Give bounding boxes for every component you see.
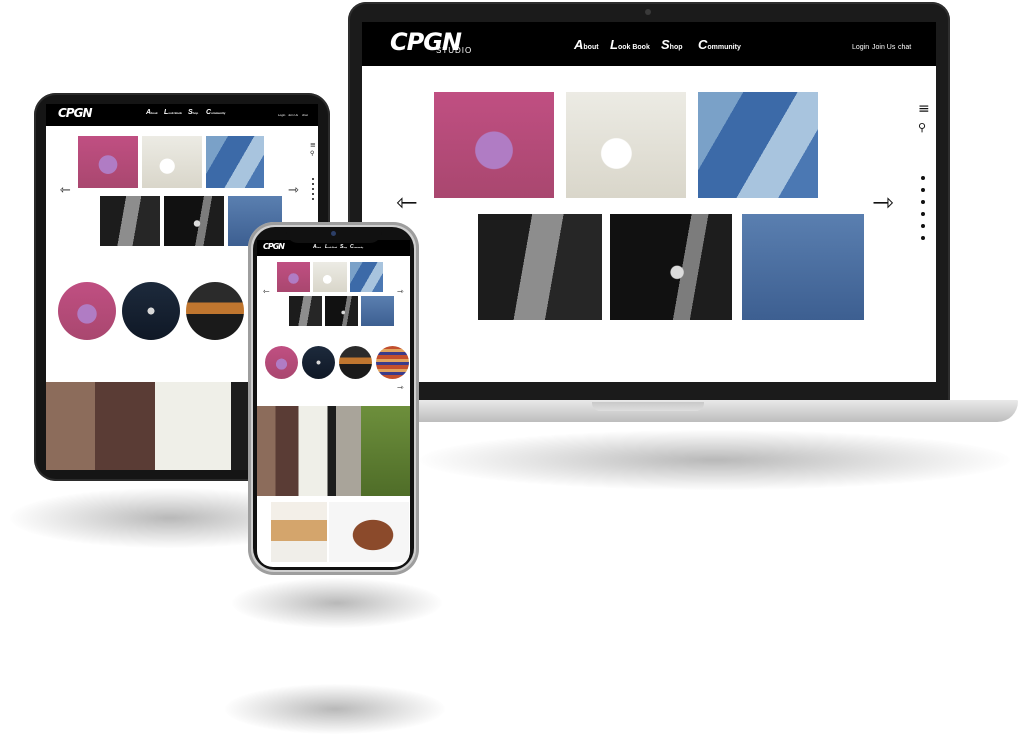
product-tile[interactable] — [100, 196, 160, 246]
product-tile[interactable] — [610, 214, 732, 320]
nav-community[interactable]: Community — [350, 244, 363, 250]
nav-about[interactable]: About — [146, 109, 158, 116]
nav-shop[interactable]: Shop — [661, 37, 683, 52]
chat-link[interactable]: chat — [302, 113, 308, 117]
product-tile[interactable] — [742, 214, 864, 320]
carousel-dot[interactable] — [921, 212, 925, 216]
category-circle[interactable] — [186, 282, 244, 340]
arrow-left-icon[interactable]: ⇽ — [60, 184, 71, 197]
phone-shadow — [232, 578, 442, 628]
carousel-dot[interactable] — [921, 200, 925, 204]
product-tile[interactable] — [325, 296, 358, 326]
product-tile[interactable] — [566, 92, 686, 198]
arrow-right-icon[interactable]: ⇾ — [872, 190, 894, 216]
site-header: CPGN About Look Book Shop Community Logi… — [46, 104, 318, 126]
laptop-camera — [645, 9, 651, 15]
product-tile[interactable] — [361, 296, 394, 326]
product-tile[interactable] — [313, 262, 347, 292]
category-circle[interactable] — [265, 346, 298, 379]
product-tile[interactable] — [289, 296, 322, 326]
carousel-dot[interactable] — [312, 198, 314, 200]
nav-shop[interactable]: Shop — [340, 244, 347, 250]
carousel-dot[interactable] — [921, 236, 925, 240]
accessory-tile[interactable] — [329, 502, 409, 562]
chat-link[interactable]: chat — [898, 44, 911, 51]
login-link[interactable]: Login — [278, 113, 285, 117]
carousel-dot[interactable] — [312, 178, 314, 180]
product-tile[interactable] — [478, 214, 602, 320]
site-header: CPGN STUDIO About Look Book Shop Communi… — [362, 22, 936, 66]
product-tile[interactable] — [277, 262, 310, 292]
brand-logo-sub: STUDIO — [436, 46, 473, 55]
category-circle[interactable] — [339, 346, 372, 379]
laptop-shadow — [420, 430, 1010, 490]
carousel-dot[interactable] — [312, 183, 314, 185]
join-us-link[interactable]: Join Us — [288, 113, 298, 117]
carousel-dot[interactable] — [312, 193, 314, 195]
carousel-dot[interactable] — [921, 224, 925, 228]
category-circle[interactable] — [122, 282, 180, 340]
nav-about[interactable]: About — [313, 244, 321, 250]
product-tile[interactable] — [698, 92, 818, 198]
product-tile[interactable] — [206, 136, 264, 188]
category-circle[interactable] — [302, 346, 335, 379]
phone-shadow-lower — [225, 684, 445, 734]
lookbook-banner[interactable] — [361, 406, 410, 496]
laptop-screen: CPGN STUDIO About Look Book Shop Communi… — [362, 22, 936, 382]
nav-look-book[interactable]: Look Book — [164, 109, 182, 116]
product-tile[interactable] — [142, 136, 202, 188]
menu-icon[interactable]: ≡ — [310, 142, 316, 149]
carousel-dot[interactable] — [921, 188, 925, 192]
nav-community[interactable]: Community — [698, 37, 741, 52]
category-circle[interactable] — [376, 346, 409, 379]
laptop-notch — [592, 402, 704, 411]
product-tile[interactable] — [350, 262, 383, 292]
nav-community[interactable]: Community — [206, 109, 225, 116]
brand-logo[interactable]: CPGN — [58, 106, 92, 120]
phone-camera — [331, 231, 336, 236]
carousel-dot[interactable] — [921, 176, 925, 180]
nav-shop[interactable]: Shop — [188, 109, 198, 116]
login-link[interactable]: Login — [852, 44, 869, 51]
search-icon[interactable]: ⚲ — [310, 151, 314, 157]
arrow-left-icon[interactable]: ⇽ — [396, 190, 418, 216]
product-tile[interactable] — [164, 196, 224, 246]
nav-look-book[interactable]: Look Book — [610, 37, 650, 52]
nav-about[interactable]: About — [574, 37, 599, 52]
product-tile[interactable] — [78, 136, 138, 188]
phone-screen: CPGN About Look Book Shop Community ⇽ ⇾ … — [257, 240, 410, 567]
arrow-right-icon[interactable]: ⇾ — [397, 384, 404, 392]
product-tile[interactable] — [434, 92, 554, 198]
arrow-right-icon[interactable]: ⇾ — [397, 288, 404, 296]
arrow-right-icon[interactable]: ⇾ — [288, 184, 299, 197]
carousel-dot[interactable] — [312, 188, 314, 190]
category-circle[interactable] — [58, 282, 116, 340]
arrow-left-icon[interactable]: ⇽ — [263, 288, 270, 296]
accessory-tile[interactable] — [271, 502, 327, 562]
menu-icon[interactable]: ≡ — [918, 102, 930, 116]
nav-look-book[interactable]: Look Book — [325, 244, 337, 250]
lookbook-banner[interactable] — [257, 406, 361, 496]
search-icon[interactable]: ⚲ — [918, 122, 926, 133]
brand-logo[interactable]: CPGN — [263, 242, 285, 251]
join-us-link[interactable]: Join Us — [872, 44, 895, 51]
